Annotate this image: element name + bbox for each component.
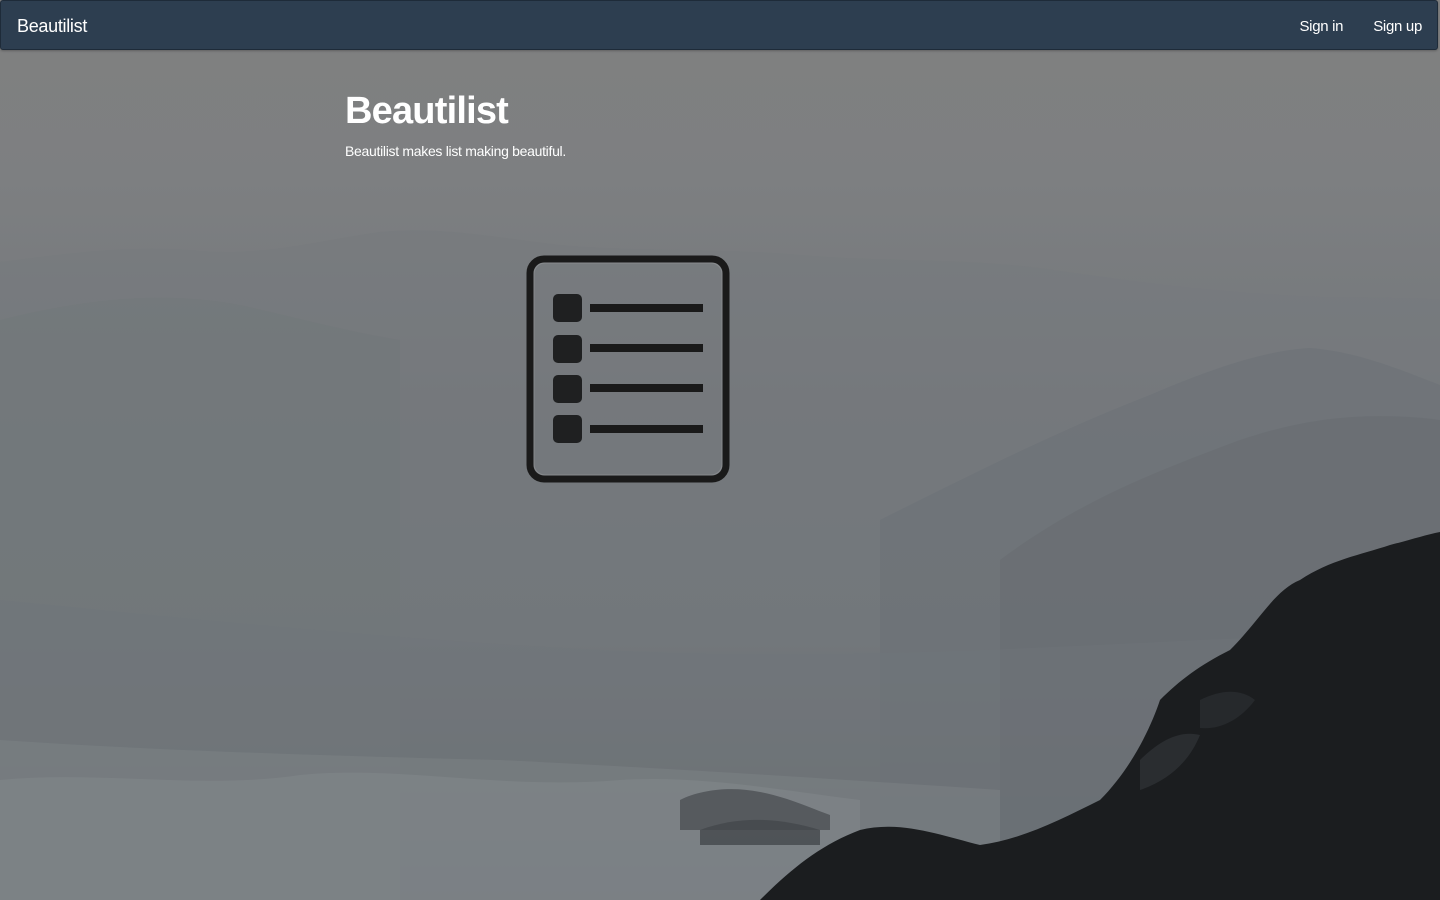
list-row-1 — [553, 294, 703, 322]
page-subtitle: Beautilist makes list making beautiful. — [345, 143, 566, 159]
sign-up-link[interactable]: Sign up — [1373, 17, 1422, 37]
list-icon — [526, 255, 730, 483]
top-navbar: Beautilist Sign in Sign up — [0, 0, 1438, 50]
list-row-2 — [553, 335, 703, 363]
hero-section: Beautilist Beautilist makes list making … — [345, 88, 566, 160]
page-title: Beautilist — [345, 90, 509, 132]
landing-page: Beautilist Sign in Sign up Beautilist Be… — [0, 0, 1440, 900]
list-row-3 — [553, 375, 703, 403]
nav-links: Sign in Sign up — [1299, 17, 1422, 37]
brand-link[interactable]: Beautilist — [17, 16, 87, 36]
sign-in-link[interactable]: Sign in — [1299, 17, 1343, 37]
list-row-4 — [553, 415, 703, 443]
